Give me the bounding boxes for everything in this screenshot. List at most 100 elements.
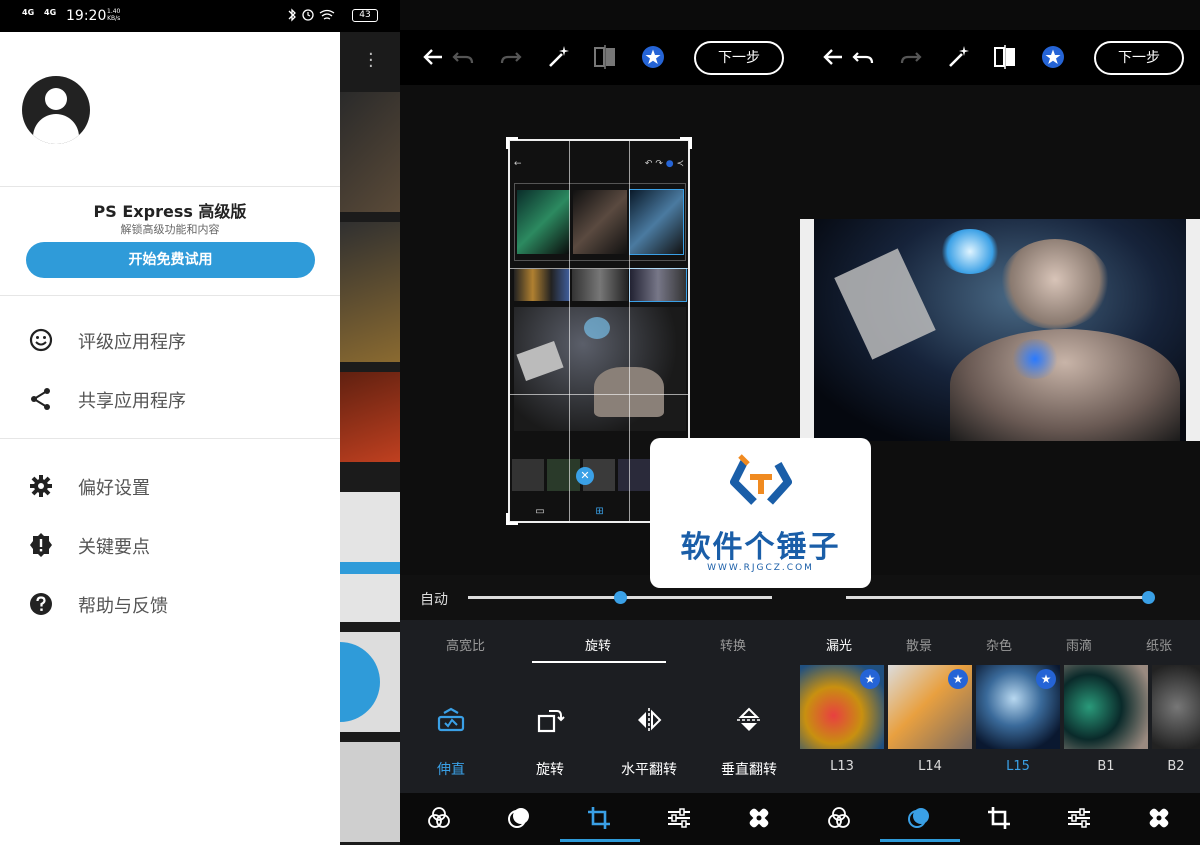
bottom-nav (400, 793, 800, 845)
editor-toolbar: 下一步 (400, 30, 800, 85)
undo-icon[interactable] (450, 44, 476, 70)
battery-indicator: 43 (352, 9, 378, 22)
menu-item-share-app[interactable]: 共享应用程序 (0, 373, 340, 423)
compare-icon[interactable] (992, 44, 1018, 70)
network-speed: 1.40 KB/s (107, 8, 121, 22)
tab-bokeh[interactable]: 散景 (906, 635, 932, 654)
watermark-logo-icon (730, 454, 792, 505)
premium-star-icon[interactable] (1040, 44, 1066, 70)
film-strip-right (1186, 219, 1200, 441)
looks-icon[interactable] (826, 805, 852, 831)
gear-icon (30, 475, 52, 497)
adjustments-icon[interactable] (1066, 805, 1092, 831)
navigation-drawer: PS Express 高级版 解锁高级功能和内容 开始免费试用 评级应用程序 共… (0, 32, 340, 845)
slider-knob[interactable] (613, 591, 627, 604)
crop-grid-line (510, 394, 688, 396)
rotate-icon (537, 710, 565, 733)
menu-item-rate-app[interactable]: 评级应用程序 (0, 314, 340, 364)
help-icon (30, 593, 52, 615)
opacity-slider[interactable] (846, 596, 1148, 599)
avatar[interactable] (22, 76, 90, 144)
film-strip-left (800, 219, 814, 441)
flip-vertical-icon (737, 707, 761, 731)
next-step-button[interactable]: 下一步 (1094, 41, 1184, 75)
crop-grid-line (628, 141, 630, 521)
redo-icon[interactable] (898, 44, 924, 70)
crop-handle[interactable] (506, 513, 518, 525)
back-arrow-icon[interactable] (420, 44, 446, 70)
crop-handle[interactable] (506, 137, 518, 149)
slider-label: 自动 (420, 592, 448, 608)
divider (0, 295, 340, 296)
more-menu-icon: · · · (368, 44, 374, 77)
rotate-tools: 伸直 旋转 水平翻转 垂直翻转 (400, 665, 800, 793)
overlay-filters: ★ L13 ★ L14 ★ L15 B1 B2 (800, 665, 1200, 793)
flip-vertical-button[interactable]: 垂直翻转 (704, 705, 794, 779)
tool-label: 旋转 (536, 762, 564, 778)
tab-light-leak[interactable]: 漏光 (826, 635, 852, 654)
filter-label: B1 (1097, 759, 1115, 774)
redo-icon[interactable] (498, 44, 524, 70)
active-nav-indicator (560, 839, 640, 842)
overlay-editor-screen: 下一步 漏光 散景 杂色 雨滴 纸张 ★ L13 ★ L14 ★ L15 B1 … (800, 0, 1200, 845)
back-arrow-icon[interactable] (820, 44, 846, 70)
watermark-url: WWW.RJGCZ.COM (707, 563, 814, 573)
divider (0, 438, 340, 439)
overlay-icon[interactable] (906, 805, 932, 831)
bottom-nav (800, 793, 1200, 845)
menu-item-label: 共享应用程序 (78, 391, 186, 412)
menu-item-label: 偏好设置 (78, 478, 150, 499)
rotate-button[interactable]: 旋转 (505, 705, 595, 779)
overlay-icon[interactable] (506, 805, 532, 831)
crop-handle[interactable] (680, 137, 692, 149)
tab-aspect-ratio[interactable]: 高宽比 (446, 635, 485, 654)
crop-editor-screen: 下一步 ← ↶ ↷ ● ≺ ✕ ▭ ⊞ 自动 高宽比 旋转 转换 伸直 旋转 水… (400, 0, 800, 845)
adjustments-icon[interactable] (666, 805, 692, 831)
share-icon (31, 388, 50, 410)
crop-icon[interactable] (986, 805, 1012, 831)
start-free-trial-button[interactable]: 开始免费试用 (26, 242, 315, 278)
straighten-icon (437, 707, 465, 732)
premium-title: PS Express 高级版 (93, 202, 247, 221)
filter-thumbnail-l13[interactable]: ★ (800, 665, 884, 749)
premium-star-icon[interactable] (640, 44, 666, 70)
filter-thumbnail-b1[interactable] (1064, 665, 1148, 749)
tab-rotate[interactable]: 旋转 (585, 635, 611, 654)
flip-horizontal-button[interactable]: 水平翻转 (604, 705, 694, 779)
healing-icon[interactable] (1146, 805, 1172, 831)
divider (0, 186, 340, 187)
looks-icon[interactable] (426, 805, 452, 831)
straighten-button[interactable]: 伸直 (406, 705, 496, 779)
tab-grain[interactable]: 杂色 (986, 635, 1012, 654)
filter-thumbnail-b2[interactable] (1152, 665, 1200, 749)
crop-grid-line (569, 141, 571, 521)
mini-close-icon: ✕ (576, 467, 594, 485)
magic-wand-icon[interactable] (545, 44, 571, 70)
next-step-button[interactable]: 下一步 (694, 41, 784, 75)
filter-thumbnail-l14[interactable]: ★ (888, 665, 972, 749)
crop-grid-line (510, 267, 688, 269)
compare-icon[interactable] (592, 44, 618, 70)
healing-icon[interactable] (746, 805, 772, 831)
magic-wand-icon[interactable] (945, 44, 971, 70)
filter-thumbnail-l15[interactable]: ★ (976, 665, 1060, 749)
undo-icon[interactable] (850, 44, 876, 70)
tab-raindrops[interactable]: 雨滴 (1066, 635, 1092, 654)
smiley-icon (29, 328, 53, 352)
menu-item-label: 帮助与反馈 (78, 596, 168, 617)
filter-label: L13 (830, 759, 854, 774)
slider-knob[interactable] (1141, 591, 1155, 604)
active-nav-indicator (880, 839, 960, 842)
watermark-card: 软件个锤子 WWW.RJGCZ.COM (650, 438, 871, 588)
background-app-content: · · · (340, 32, 400, 845)
menu-item-preferences[interactable]: 偏好设置 (0, 460, 340, 510)
menu-item-help-feedback[interactable]: 帮助与反馈 (0, 578, 340, 628)
tab-transform[interactable]: 转换 (720, 635, 746, 654)
filter-label: L14 (918, 759, 942, 774)
menu-item-key-points[interactable]: 关键要点 (0, 519, 340, 569)
premium-star-icon: ★ (860, 669, 880, 689)
crop-icon[interactable] (586, 805, 612, 831)
overlay-tabs: 漏光 散景 杂色 雨滴 纸张 (800, 620, 1200, 665)
tab-paper[interactable]: 纸张 (1146, 635, 1172, 654)
status-bar: 4G 4G 19:20 1.40 KB/s 43 (0, 0, 400, 32)
